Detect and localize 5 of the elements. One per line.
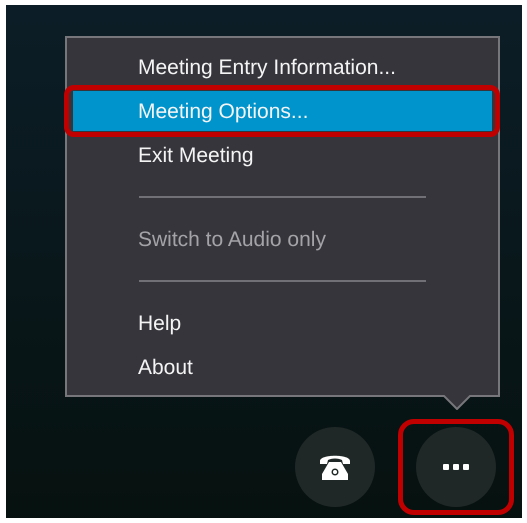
menu-item[interactable]: About — [73, 347, 492, 387]
menu-item[interactable]: Help — [73, 303, 492, 343]
menu-item[interactable]: Meeting Entry Information... — [73, 47, 492, 87]
menu-item[interactable]: Exit Meeting — [73, 135, 492, 175]
more-icon — [443, 464, 469, 470]
